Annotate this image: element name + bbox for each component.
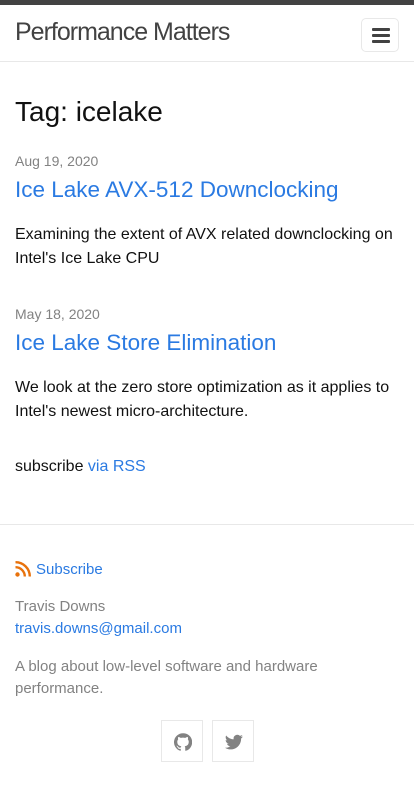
page-title: Tag: icelake <box>15 96 163 127</box>
post-title-link[interactable]: Ice Lake AVX-512 Downclocking <box>15 176 339 204</box>
rss-subscribe-line: subscribe via RSS <box>15 455 146 479</box>
site-title-link[interactable]: Performance Matters <box>15 16 230 48</box>
rss-feed-icon <box>15 561 31 577</box>
twitter-icon <box>225 734 243 750</box>
subscribe-prefix: subscribe <box>15 458 88 475</box>
post-excerpt: Examining the extent of AVX related down… <box>15 226 393 267</box>
menu-button[interactable] <box>361 18 399 52</box>
author-email-link[interactable]: travis.downs@gmail.com <box>15 619 182 639</box>
feed-subscribe-label: Subscribe <box>36 561 103 578</box>
github-button[interactable] <box>161 720 203 762</box>
twitter-button[interactable] <box>212 720 254 762</box>
post-date: May 18, 2020 <box>15 306 100 322</box>
post-date: Aug 19, 2020 <box>15 153 99 169</box>
github-icon <box>174 733 192 751</box>
rss-link[interactable]: via RSS <box>88 458 146 475</box>
site-footer: Subscribe Travis Downs travis.downs@gmai… <box>0 524 414 797</box>
post-title-link[interactable]: Ice Lake Store Elimination <box>15 329 276 357</box>
post-excerpt: We look at the zero store optimization a… <box>15 379 390 420</box>
author-name: Travis Downs <box>15 598 106 615</box>
site-header: Performance Matters <box>0 5 414 62</box>
site-description: A blog about low-level software and hard… <box>15 658 318 697</box>
